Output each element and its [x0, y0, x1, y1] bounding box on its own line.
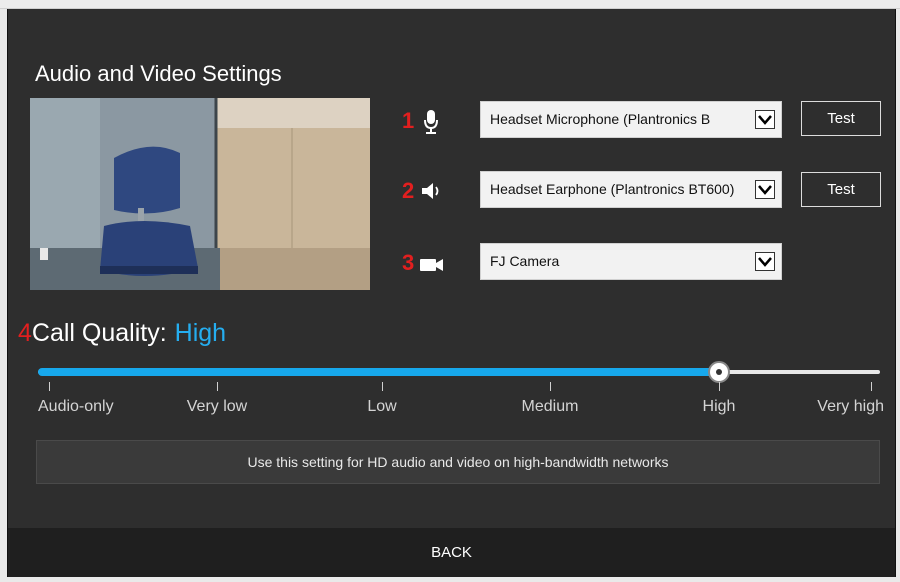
slider-level-label[interactable]: Audio-only [38, 398, 114, 416]
quality-slider-track[interactable] [38, 368, 880, 376]
microphone-icon [424, 110, 438, 134]
settings-panel: Audio and Video Settings 1 Headset Micro… [7, 9, 896, 577]
device-number-2: 2 [402, 178, 415, 203]
chevron-down-icon[interactable] [755, 180, 775, 199]
camera-select-value: FJ Camera [490, 253, 560, 269]
call-quality-heading: 4Call Quality: High [18, 319, 226, 348]
device-number-3: 3 [402, 250, 415, 275]
window-top-bar [0, 0, 900, 9]
slider-tick [871, 382, 872, 391]
chevron-down-icon[interactable] [755, 252, 775, 271]
page-title: Audio and Video Settings [35, 61, 282, 86]
call-quality-value: High [174, 319, 227, 347]
slider-tick [719, 382, 720, 391]
slider-level-label[interactable]: Medium [522, 398, 579, 416]
slider-tick [550, 382, 551, 391]
slider-tick [49, 382, 50, 391]
quality-slider-fill [38, 368, 719, 376]
camera-preview [30, 98, 370, 290]
microphone-select[interactable]: Headset Microphone (Plantronics B [480, 101, 782, 138]
speaker-test-button[interactable]: Test [801, 172, 881, 207]
slider-tick [217, 382, 218, 391]
back-button[interactable]: BACK [8, 528, 895, 577]
call-quality-number: 4 [18, 319, 32, 347]
slider-level-label[interactable]: Very high [817, 398, 884, 416]
webcam-image [30, 98, 370, 290]
device-number-1: 1 [402, 108, 415, 133]
slider-level-label[interactable]: Very low [187, 398, 247, 416]
call-quality-label: Call Quality: [31, 319, 167, 347]
quality-slider-thumb[interactable] [708, 361, 730, 383]
microphone-test-button[interactable]: Test [801, 101, 881, 136]
camera-icon [420, 259, 443, 271]
speaker-select-value: Headset Earphone (Plantronics BT600) [490, 181, 735, 197]
slider-level-label[interactable]: Low [367, 398, 396, 416]
slider-level-label[interactable]: High [703, 398, 736, 416]
chevron-down-icon[interactable] [755, 110, 775, 129]
slider-tick [382, 382, 383, 391]
quality-description: Use this setting for HD audio and video … [36, 440, 880, 484]
microphone-select-value: Headset Microphone (Plantronics B [490, 111, 711, 127]
speaker-icon [422, 183, 439, 199]
camera-select[interactable]: FJ Camera [480, 243, 782, 280]
speaker-select[interactable]: Headset Earphone (Plantronics BT600) [480, 171, 782, 208]
